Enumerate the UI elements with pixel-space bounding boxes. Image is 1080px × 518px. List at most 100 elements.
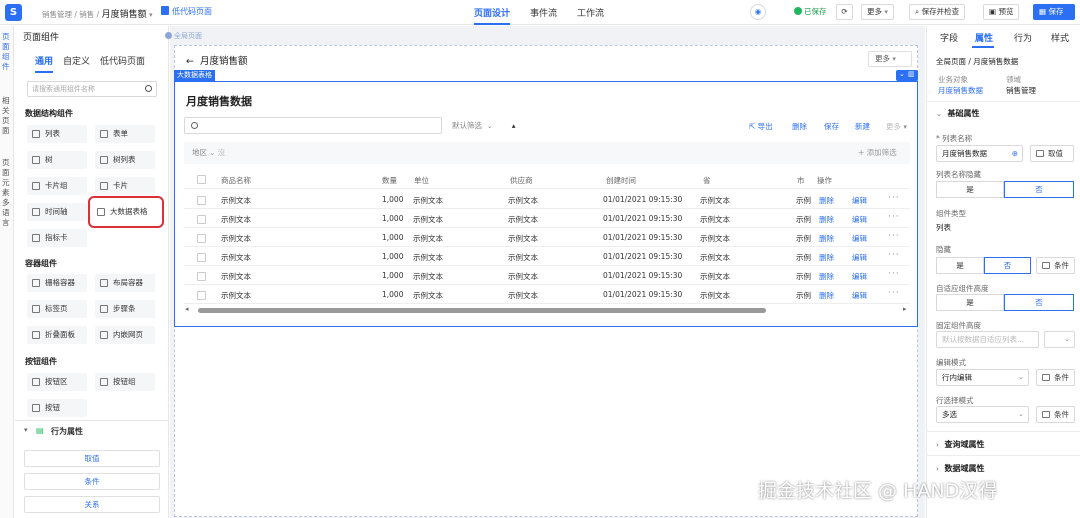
tab-common[interactable]: 通用 <box>35 57 54 73</box>
tab-style[interactable]: 样式 <box>1051 31 1069 44</box>
fixed-height-input[interactable]: 默认按数据自适应列表... <box>936 331 1039 348</box>
component-form[interactable]: 表单 <box>95 125 155 143</box>
row-edit-link[interactable]: 编辑 <box>852 195 867 206</box>
globe-icon[interactable]: ⊕ <box>1012 146 1018 161</box>
row-delete-link[interactable]: 删除 <box>819 233 834 244</box>
behavior-relation-button[interactable]: 关系 <box>24 496 160 513</box>
row-edit-link[interactable]: 编辑 <box>852 290 867 301</box>
tab-event-flow[interactable]: 事件流 <box>530 6 557 19</box>
tab-properties[interactable]: 属性 <box>975 31 993 44</box>
row-select-condition-button[interactable]: 条件 <box>1036 406 1075 423</box>
component-big-data-table[interactable]: 大数据表格 <box>88 196 164 228</box>
query-props-header[interactable]: › 查询域属性 <box>936 439 984 450</box>
row-edit-link[interactable]: 编辑 <box>852 252 867 263</box>
column-header-qty[interactable]: 数量 <box>382 175 397 186</box>
component-steps[interactable]: 步骤条 <box>95 300 155 318</box>
behavior-take-value-button[interactable]: 取值 <box>24 450 160 467</box>
delete-button[interactable]: 删除 <box>792 121 807 132</box>
component-card-group[interactable]: 卡片组 <box>27 177 87 195</box>
adaptive-height-yes[interactable]: 是 <box>936 294 1004 311</box>
row-edit-link[interactable]: 编辑 <box>852 271 867 282</box>
tab-fields[interactable]: 字段 <box>940 31 958 44</box>
collapse-up-icon[interactable]: ▴ <box>512 121 516 130</box>
component-tree[interactable]: 树 <box>27 151 87 169</box>
row-select-select[interactable]: 多选 ⌄ <box>936 406 1029 423</box>
export-button[interactable]: ⇱ 导出 <box>749 121 773 132</box>
component-list[interactable]: 列表 <box>27 125 87 143</box>
hidden-no[interactable]: 否 <box>984 257 1031 274</box>
table-search-input[interactable] <box>184 117 442 134</box>
component-button[interactable]: 按钮 <box>27 399 87 417</box>
component-button-area[interactable]: 按钮区 <box>27 373 87 391</box>
tab-behavior[interactable]: 行为 <box>1014 31 1032 44</box>
component-button-group[interactable]: 按钮组 <box>95 373 155 391</box>
collapse-icon[interactable]: ⌄ <box>899 70 905 78</box>
side-tab-related-pages[interactable]: 相关页面 <box>2 96 12 136</box>
app-logo[interactable]: S <box>5 4 22 21</box>
fixed-height-unit-select[interactable]: ⌄ <box>1044 331 1075 348</box>
add-filter-button[interactable]: + 添加筛选 <box>858 147 897 158</box>
column-header-created[interactable]: 创建时间 <box>606 175 636 186</box>
save-and-check-button[interactable]: ⌕ 保存并检查 <box>909 4 966 20</box>
tab-custom[interactable]: 自定义 <box>63 57 90 67</box>
chevron-down-icon[interactable]: ▾ <box>149 11 153 19</box>
row-delete-link[interactable]: 删除 <box>819 195 834 206</box>
component-search-input[interactable]: 请搜索通用组件名称 <box>27 81 157 97</box>
row-checkbox[interactable] <box>197 291 206 300</box>
row-delete-link[interactable]: 删除 <box>819 290 834 301</box>
column-header-supplier[interactable]: 供应商 <box>510 175 533 186</box>
search-icon[interactable] <box>145 85 152 92</box>
selected-component-tag[interactable]: 大数据表格 <box>174 70 215 81</box>
column-header-name[interactable]: 商品名称 <box>221 175 251 186</box>
assistant-icon[interactable]: ◉ <box>750 4 766 20</box>
row-more-icon[interactable]: ··· <box>888 193 900 203</box>
row-delete-link[interactable]: 删除 <box>819 252 834 263</box>
component-indicator-card[interactable]: 指标卡 <box>27 229 87 247</box>
row-more-icon[interactable]: ··· <box>888 250 900 260</box>
scroll-left-icon[interactable]: ◂ <box>185 305 189 313</box>
component-grid-container[interactable]: 栅格容器 <box>27 274 87 292</box>
row-delete-link[interactable]: 删除 <box>819 214 834 225</box>
table-more-button[interactable]: 更多 ▾ <box>886 121 907 132</box>
list-name-input[interactable]: 月度销售数据 ⊕ <box>936 145 1023 162</box>
tab-page-design[interactable]: 页面设计 <box>474 6 511 25</box>
refresh-button[interactable]: ⟳ <box>836 4 853 20</box>
back-arrow-icon[interactable]: ← <box>186 56 194 67</box>
tab-workflow[interactable]: 工作流 <box>577 6 604 19</box>
hidden-yes[interactable]: 是 <box>936 257 984 274</box>
side-tab-i18n[interactable]: 页面元素多语言 <box>2 158 12 228</box>
basic-props-header[interactable]: ⌄ 基础属性 <box>936 108 979 119</box>
save-table-button[interactable]: 保存 <box>824 121 839 132</box>
edit-mode-select[interactable]: 行内编辑 ⌄ <box>936 369 1029 386</box>
component-card[interactable]: 卡片 <box>95 177 155 195</box>
behavior-condition-button[interactable]: 条件 <box>24 473 160 490</box>
column-header-city[interactable]: 市 <box>797 175 805 186</box>
row-checkbox[interactable] <box>197 272 206 281</box>
row-checkbox[interactable] <box>197 253 206 262</box>
horizontal-scrollbar[interactable] <box>198 308 766 313</box>
list-name-take-value-button[interactable]: 取值 <box>1030 145 1074 162</box>
component-tree-list[interactable]: 树列表 <box>95 151 155 169</box>
row-delete-link[interactable]: 删除 <box>819 271 834 282</box>
row-checkbox[interactable] <box>197 196 206 205</box>
hide-name-no[interactable]: 否 <box>1004 181 1074 198</box>
component-collapse-panel[interactable]: 折叠面板 <box>27 326 87 344</box>
new-button[interactable]: 新建 <box>855 121 870 132</box>
row-checkbox[interactable] <box>197 234 206 243</box>
component-timeline[interactable]: 时间轴 <box>27 203 87 221</box>
row-edit-link[interactable]: 编辑 <box>852 233 867 244</box>
scroll-right-icon[interactable]: ▸ <box>903 305 907 313</box>
breadcrumb-current[interactable]: 月度销售额 <box>102 10 147 20</box>
hidden-condition-button[interactable]: 条件 <box>1036 257 1075 274</box>
row-more-icon[interactable]: ··· <box>888 231 900 241</box>
collapse-icon[interactable] <box>165 32 172 39</box>
adaptive-height-no[interactable]: 否 <box>1004 294 1074 311</box>
save-button[interactable]: ▦ 保存 <box>1033 4 1075 20</box>
delete-icon[interactable]: ▥ <box>908 70 915 78</box>
breadcrumb-path[interactable]: 销售管理 / 销售 / <box>42 10 99 19</box>
tab-lowcode[interactable]: 低代码页面 <box>100 57 145 67</box>
component-tab-page[interactable]: 标签页 <box>27 300 87 318</box>
row-checkbox[interactable] <box>197 215 206 224</box>
page-more-button[interactable]: 更多 ▾ <box>868 51 912 67</box>
side-tab-components[interactable]: 页面组件 <box>2 32 12 72</box>
